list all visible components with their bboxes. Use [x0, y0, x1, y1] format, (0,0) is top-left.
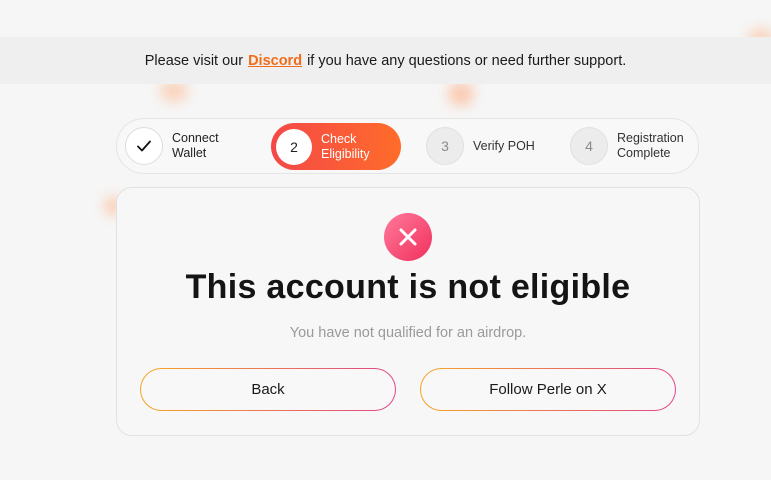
discord-link[interactable]: Discord — [248, 53, 302, 69]
check-icon — [137, 140, 151, 152]
step-verify-poh: 3 Verify POH — [426, 123, 535, 169]
support-banner: Please visit our Discord if you have any… — [0, 37, 771, 84]
banner-prefix: Please visit our — [144, 52, 244, 69]
step-circle — [125, 127, 163, 165]
banner-suffix: if you have any questions or need furthe… — [307, 52, 627, 69]
follow-on-x-button[interactable]: Follow Perle on X — [420, 368, 676, 411]
step-label: Connect Wallet — [172, 131, 219, 160]
step-registration-complete: 4 Registration Complete — [570, 123, 684, 169]
eligibility-result-card: This account is not eligible You have no… — [116, 187, 700, 436]
step-label: Verify POH — [473, 138, 535, 153]
step-number: 3 — [426, 127, 464, 165]
result-subtitle: You have not qualified for an airdrop. — [289, 325, 527, 341]
step-number: 4 — [570, 127, 608, 165]
step-label: Check Eligibility — [321, 131, 370, 161]
result-title: This account is not eligible — [185, 268, 631, 306]
progress-stepper: Connect Wallet 2 Check Eligibility 3 Ver… — [116, 118, 699, 174]
step-check-eligibility: 2 Check Eligibility — [271, 123, 401, 170]
step-connect-wallet: Connect Wallet — [125, 123, 219, 169]
close-icon — [399, 228, 417, 246]
close-circle-icon — [384, 213, 432, 261]
step-label: Registration Complete — [617, 131, 684, 160]
step-number: 2 — [276, 128, 312, 165]
decorative-blob — [448, 82, 474, 106]
back-button[interactable]: Back — [140, 368, 396, 411]
